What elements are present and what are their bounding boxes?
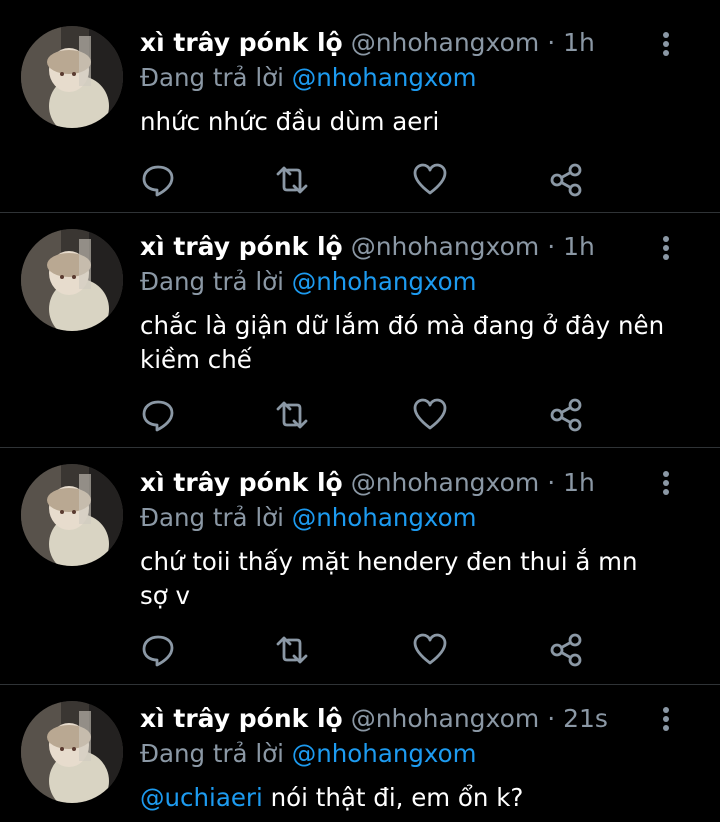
more-vertical-icon — [663, 236, 669, 260]
avatar-image — [21, 229, 123, 331]
reply-icon — [142, 165, 174, 197]
like-button[interactable] — [410, 160, 450, 200]
tweet-header: xì trây pónk lộ @nhohangxom · 21s — [140, 702, 608, 736]
tweet-text-line: kiềm chế — [140, 345, 252, 374]
share-button[interactable] — [546, 395, 586, 435]
tweet-text-line: chứ toii thấy mặt hendery đen thui ắ mn — [140, 547, 638, 576]
reply-icon — [142, 635, 174, 667]
separator-dot: · — [547, 232, 556, 261]
retweet-button[interactable] — [272, 160, 312, 200]
separator-dot: · — [547, 468, 556, 497]
timestamp[interactable]: 1h — [563, 468, 595, 497]
like-button[interactable] — [410, 630, 450, 670]
retweet-button[interactable] — [272, 630, 312, 670]
retweet-icon — [276, 166, 308, 194]
tweet-text: @uchiaeri nói thật đi, em ổn k? — [140, 781, 700, 815]
like-icon — [413, 633, 447, 665]
timestamp[interactable]: 1h — [563, 232, 595, 261]
share-icon — [550, 633, 582, 667]
replying-to-mention[interactable]: @nhohangxom — [292, 63, 477, 92]
tweet-mention[interactable]: @uchiaeri — [140, 783, 263, 812]
replying-to-label: Đang trả lời — [140, 739, 284, 768]
replying-to-mention[interactable]: @nhohangxom — [292, 503, 477, 532]
replying-to-label: Đang trả lời — [140, 63, 284, 92]
separator-dot: · — [547, 704, 556, 733]
tweet-item[interactable]: xì trây pónk lộ @nhohangxom · 1h Đang tr… — [0, 0, 720, 212]
reply-icon — [142, 400, 174, 432]
like-button[interactable] — [410, 395, 450, 435]
timestamp[interactable]: 1h — [563, 28, 595, 57]
tweet-item[interactable]: xì trây pónk lộ @nhohangxom · 1h Đang tr… — [0, 213, 720, 447]
tweet-header: xì trây pónk lộ @nhohangxom · 1h — [140, 230, 595, 264]
reply-button[interactable] — [138, 630, 178, 670]
timestamp[interactable]: 21s — [563, 704, 608, 733]
tweet-text: chứ toii thấy mặt hendery đen thui ắ mn … — [140, 545, 700, 613]
reply-button[interactable] — [138, 160, 178, 200]
user-handle[interactable]: @nhohangxom — [351, 704, 540, 733]
user-handle[interactable]: @nhohangxom — [351, 468, 540, 497]
avatar[interactable] — [21, 464, 123, 566]
replying-to: Đang trả lời @nhohangxom — [140, 265, 477, 299]
replying-to-mention[interactable]: @nhohangxom — [292, 267, 477, 296]
tweet-item[interactable]: xì trây pónk lộ @nhohangxom · 1h Đang tr… — [0, 448, 720, 684]
display-name[interactable]: xì trây pónk lộ — [140, 468, 343, 497]
like-icon — [413, 398, 447, 430]
tweet-text-line: chắc là giận dữ lắm đó mà đang ở đây nên — [140, 311, 665, 340]
more-options-button[interactable] — [654, 705, 678, 735]
more-options-button[interactable] — [654, 234, 678, 264]
user-handle[interactable]: @nhohangxom — [351, 28, 540, 57]
share-icon — [550, 398, 582, 432]
more-vertical-icon — [663, 32, 669, 56]
reply-button[interactable] — [138, 395, 178, 435]
replying-to: Đang trả lời @nhohangxom — [140, 61, 477, 95]
tweet-header: xì trây pónk lộ @nhohangxom · 1h — [140, 26, 595, 60]
more-vertical-icon — [663, 707, 669, 731]
replying-to: Đang trả lời @nhohangxom — [140, 737, 477, 771]
avatar[interactable] — [21, 26, 123, 128]
tweet-text-line: sợ v — [140, 581, 191, 610]
more-vertical-icon — [663, 471, 669, 495]
more-options-button[interactable] — [654, 30, 678, 60]
avatar-image — [21, 701, 123, 803]
avatar-image — [21, 26, 123, 128]
tweet-header: xì trây pónk lộ @nhohangxom · 1h — [140, 466, 595, 500]
replying-to-label: Đang trả lời — [140, 267, 284, 296]
tweet-text: chắc là giận dữ lắm đó mà đang ở đây nên… — [140, 309, 700, 377]
more-options-button[interactable] — [654, 469, 678, 499]
tweet-item[interactable]: xì trây pónk lộ @nhohangxom · 21s Đang t… — [0, 685, 720, 822]
retweet-icon — [276, 636, 308, 664]
display-name[interactable]: xì trây pónk lộ — [140, 704, 343, 733]
replying-to-mention[interactable]: @nhohangxom — [292, 739, 477, 768]
replying-to: Đang trả lời @nhohangxom — [140, 501, 477, 535]
avatar-image — [21, 464, 123, 566]
avatar[interactable] — [21, 701, 123, 803]
tweet-text-content: nói thật đi, em ổn k? — [270, 783, 524, 812]
avatar[interactable] — [21, 229, 123, 331]
retweet-button[interactable] — [272, 395, 312, 435]
display-name[interactable]: xì trây pónk lộ — [140, 28, 343, 57]
like-icon — [413, 163, 447, 195]
tweet-text: nhức nhức đầu dùm aeri — [140, 107, 440, 136]
replying-to-label: Đang trả lời — [140, 503, 284, 532]
separator-dot: · — [547, 28, 556, 57]
share-icon — [550, 163, 582, 197]
user-handle[interactable]: @nhohangxom — [351, 232, 540, 261]
share-button[interactable] — [546, 630, 586, 670]
display-name[interactable]: xì trây pónk lộ — [140, 232, 343, 261]
retweet-icon — [276, 401, 308, 429]
share-button[interactable] — [546, 160, 586, 200]
